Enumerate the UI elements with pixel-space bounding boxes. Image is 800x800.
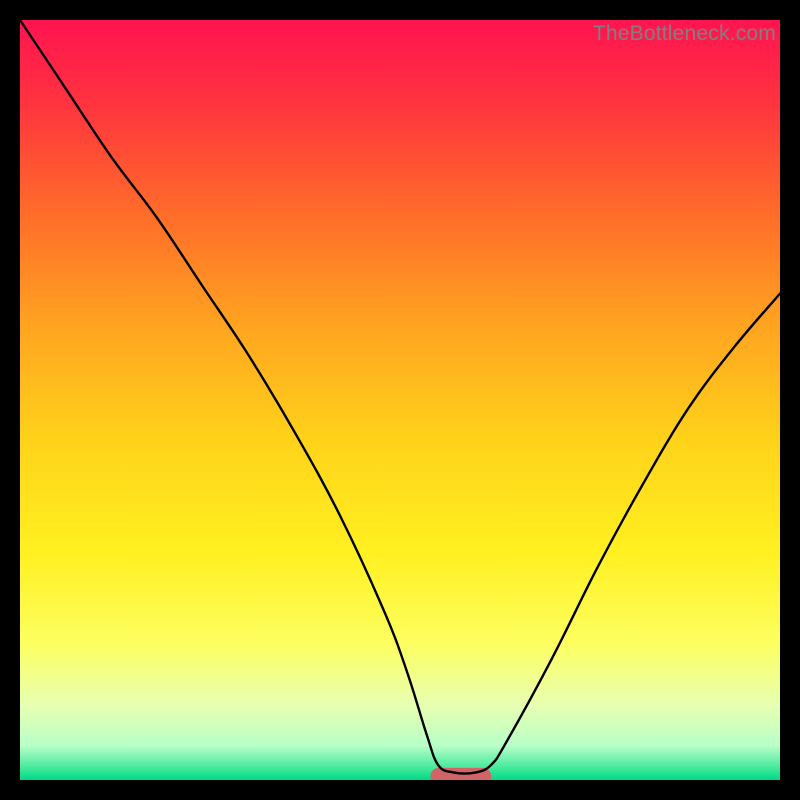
plot-area	[20, 20, 780, 780]
chart-frame: TheBottleneck.com	[0, 0, 800, 800]
chart-svg	[20, 20, 780, 780]
watermark-text: TheBottleneck.com	[593, 22, 776, 46]
gradient-background	[20, 20, 780, 780]
